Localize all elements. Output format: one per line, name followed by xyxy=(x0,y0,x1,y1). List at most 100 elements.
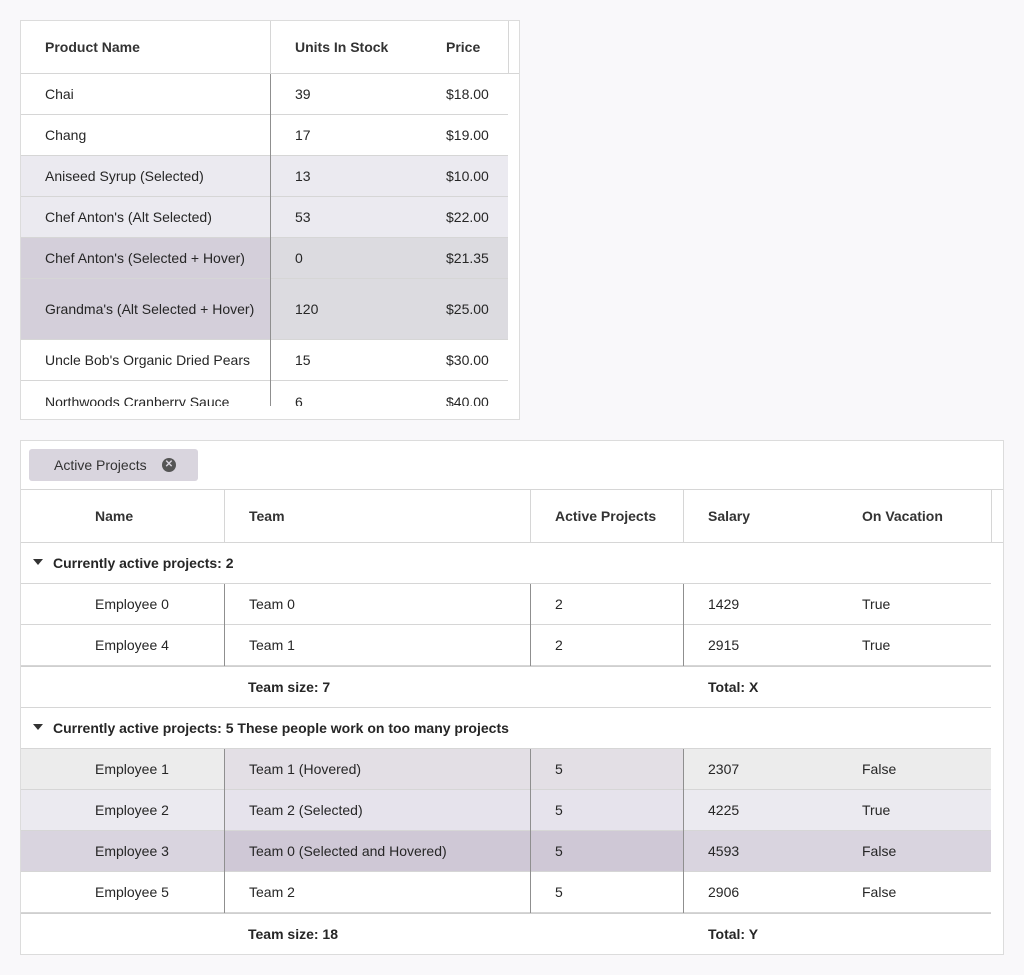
vacation-cell: True xyxy=(862,637,891,653)
price-cell: $21.35 xyxy=(446,250,489,266)
column-separator xyxy=(683,831,684,872)
group-header-label: Currently active projects: 2 xyxy=(53,555,234,571)
team-cell: Team 1 (Hovered) xyxy=(249,761,362,777)
column-separator xyxy=(224,831,225,872)
table-row-selected[interactable]: Employee 2 Team 2 (Selected) 5 4225 True xyxy=(21,790,991,831)
price-cell: $19.00 xyxy=(446,127,489,143)
group-chip-label: Active Projects xyxy=(54,457,147,473)
column-header-units-in-stock[interactable]: Units In Stock xyxy=(295,21,388,74)
team-cell: Team 2 xyxy=(249,884,295,900)
table-row-selected-hover[interactable]: Employee 3 Team 0 (Selected and Hovered)… xyxy=(21,831,991,872)
column-separator xyxy=(530,625,531,666)
units-cell: 53 xyxy=(295,209,311,225)
price-cell: $30.00 xyxy=(446,352,489,368)
group-footer-row: Team size: 7 Total: X xyxy=(21,666,991,708)
column-header-active-projects[interactable]: Active Projects xyxy=(555,490,656,543)
team-size-summary: Team size: 18 xyxy=(248,926,339,942)
group-chip[interactable]: Active Projects ✕ xyxy=(29,449,198,481)
close-circle-icon[interactable]: ✕ xyxy=(162,458,176,472)
column-header-price[interactable]: Price xyxy=(446,21,480,74)
column-separator xyxy=(224,584,225,625)
salary-cell: 2906 xyxy=(708,884,740,900)
products-grid: Product Name Units In Stock Price Chai 3… xyxy=(20,20,520,420)
group-header-row[interactable]: Currently active projects: 5 These peopl… xyxy=(21,708,991,749)
team-size-summary: Team size: 7 xyxy=(248,679,331,695)
product-name-cell: Grandma's (Alt Selected + Hover) xyxy=(45,301,255,317)
vacation-cell: True xyxy=(862,596,891,612)
vacation-cell: False xyxy=(862,761,897,777)
header-scrollbar-spacer xyxy=(508,21,519,74)
units-cell: 0 xyxy=(295,250,303,266)
column-separator xyxy=(530,790,531,831)
column-separator xyxy=(530,872,531,913)
column-separator xyxy=(683,749,684,790)
header-column-separator xyxy=(530,490,531,543)
team-cell: Team 0 xyxy=(249,596,295,612)
projects-cell: 2 xyxy=(555,596,563,612)
projects-cell: 5 xyxy=(555,884,563,900)
table-row-selected[interactable]: Aniseed Syrup (Selected) 13 $10.00 xyxy=(21,156,508,197)
table-row[interactable]: Uncle Bob's Organic Dried Pears 15 $30.0… xyxy=(21,340,508,381)
product-name-cell: Aniseed Syrup (Selected) xyxy=(45,168,204,184)
column-header-team[interactable]: Team xyxy=(249,490,285,543)
employees-grid-header: Name Team Active Projects Salary On Vaca… xyxy=(21,490,991,543)
group-panel: Active Projects ✕ xyxy=(21,441,1003,490)
vacation-cell: True xyxy=(862,802,891,818)
column-separator xyxy=(530,831,531,872)
column-header-on-vacation[interactable]: On Vacation xyxy=(862,490,943,543)
header-column-separator xyxy=(224,490,225,543)
units-cell: 120 xyxy=(295,301,319,317)
table-row[interactable]: Employee 4 Team 1 2 2915 True xyxy=(21,625,991,666)
price-cell: $22.00 xyxy=(446,209,489,225)
caret-down-icon[interactable] xyxy=(33,724,43,730)
column-separator xyxy=(683,584,684,625)
hover-cell-fill xyxy=(531,749,683,789)
name-cell: Employee 0 xyxy=(95,596,169,612)
caret-down-icon[interactable] xyxy=(33,559,43,565)
name-cell: Employee 5 xyxy=(95,884,169,900)
table-row-alt-selected-hover[interactable]: Grandma's (Alt Selected + Hover) 120 $25… xyxy=(21,279,508,340)
vacation-cell: False xyxy=(862,843,897,859)
product-name-cell: Chef Anton's (Alt Selected) xyxy=(45,209,212,225)
vacation-cell: False xyxy=(862,884,897,900)
table-row-alt-selected[interactable]: Chef Anton's (Alt Selected) 53 $22.00 xyxy=(21,197,508,238)
table-row[interactable]: Employee 0 Team 0 2 1429 True xyxy=(21,584,991,625)
name-cell: Employee 3 xyxy=(95,843,169,859)
price-cell: $25.00 xyxy=(446,301,489,317)
team-cell: Team 2 (Selected) xyxy=(249,802,363,818)
group-header-row[interactable]: Currently active projects: 2 xyxy=(21,543,991,584)
total-summary: Total: Y xyxy=(708,926,759,942)
units-cell: 15 xyxy=(295,352,311,368)
column-header-name[interactable]: Name xyxy=(95,490,133,543)
units-cell: 17 xyxy=(295,127,311,143)
product-name-cell: Chai xyxy=(45,86,74,102)
table-row[interactable]: Employee 5 Team 2 5 2906 False xyxy=(21,872,991,913)
table-row-selected-hover[interactable]: Chef Anton's (Selected + Hover) 0 $21.35 xyxy=(21,238,508,279)
salary-cell: 1429 xyxy=(708,596,740,612)
units-cell: 39 xyxy=(295,86,311,102)
column-header-product-name[interactable]: Product Name xyxy=(45,21,140,74)
team-cell: Team 1 xyxy=(249,637,295,653)
name-cell: Employee 1 xyxy=(95,761,169,777)
vertical-scroll-area[interactable] xyxy=(991,543,1003,954)
column-separator xyxy=(224,625,225,666)
selected-cell-fill xyxy=(531,790,683,830)
table-row-hovered[interactable]: Employee 1 Team 1 (Hovered) 5 2307 False xyxy=(21,749,991,790)
table-row[interactable]: Chai 39 $18.00 xyxy=(21,74,508,115)
projects-cell: 2 xyxy=(555,637,563,653)
employees-grid: Active Projects ✕ Name Team Active Proje… xyxy=(20,440,1004,955)
column-separator xyxy=(683,625,684,666)
frozen-column-separator[interactable] xyxy=(270,74,271,406)
horizontal-scroll-area[interactable] xyxy=(21,406,519,419)
table-row[interactable]: Chang 17 $19.00 xyxy=(21,115,508,156)
column-header-salary[interactable]: Salary xyxy=(708,490,750,543)
header-scrollbar-spacer xyxy=(991,490,1003,543)
name-cell: Employee 2 xyxy=(95,802,169,818)
product-name-cell: Chang xyxy=(45,127,87,143)
header-column-separator xyxy=(270,21,271,74)
column-separator xyxy=(530,749,531,790)
salary-cell: 2307 xyxy=(708,761,740,777)
projects-cell: 5 xyxy=(555,761,563,777)
name-cell: Employee 4 xyxy=(95,637,169,653)
salary-cell: 2915 xyxy=(708,637,740,653)
